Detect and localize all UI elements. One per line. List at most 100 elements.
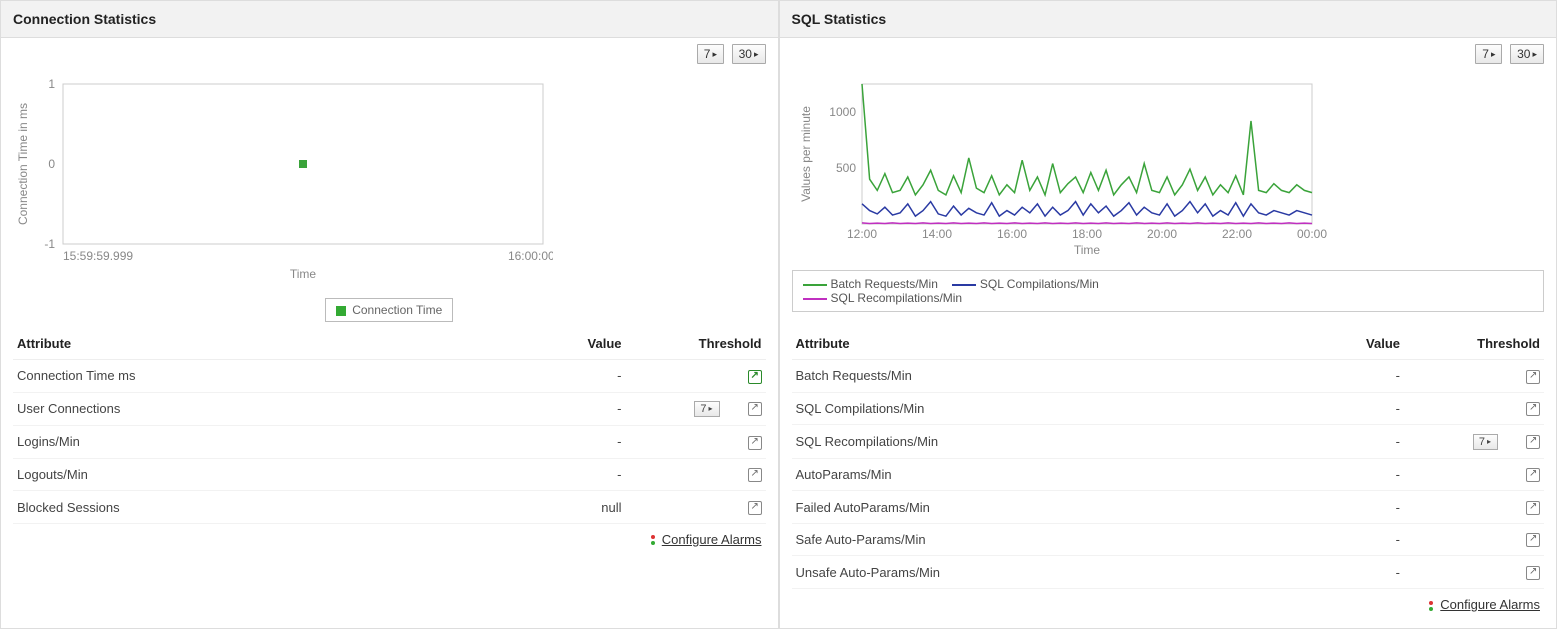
- threshold-icon[interactable]: [1526, 468, 1540, 482]
- table-row: SQL Recompilations/Min- 7: [792, 425, 1545, 459]
- table-row: Blocked Sessionsnull: [13, 491, 766, 524]
- svg-text:Time: Time: [290, 267, 317, 281]
- threshold-cell: 7: [626, 392, 766, 426]
- value-cell: -: [1284, 425, 1404, 459]
- table-row: AutoParams/Min-: [792, 458, 1545, 491]
- threshold-icon[interactable]: [1526, 435, 1540, 449]
- attr-cell: Unsafe Auto-Params/Min: [792, 556, 1285, 589]
- alarm-status-icon: [1426, 601, 1436, 611]
- table-row: Failed AutoParams/Min-: [792, 491, 1545, 524]
- col-threshold: Threshold: [626, 328, 766, 360]
- threshold-icon[interactable]: [748, 402, 762, 416]
- chart-legend-left: Connection Time: [325, 298, 453, 322]
- value-cell: null: [506, 491, 626, 524]
- value-cell: -: [1284, 523, 1404, 556]
- threshold-cell: [626, 426, 766, 459]
- table-row: Unsafe Auto-Params/Min-: [792, 556, 1545, 589]
- threshold-icon[interactable]: [1526, 402, 1540, 416]
- attr-cell: Failed AutoParams/Min: [792, 491, 1285, 524]
- threshold-icon[interactable]: [1526, 566, 1540, 580]
- svg-text:Time: Time: [1073, 243, 1100, 257]
- threshold-icon[interactable]: [1526, 370, 1540, 384]
- range-30-button[interactable]: 30: [1510, 44, 1544, 64]
- value-cell: -: [506, 426, 626, 459]
- attr-cell: Safe Auto-Params/Min: [792, 523, 1285, 556]
- value-cell: -: [506, 392, 626, 426]
- legend-item: Batch Requests/Min: [803, 277, 938, 291]
- table-row: Connection Time ms-: [13, 360, 766, 393]
- sql-stats-chart: 500100012:0014:0016:0018:0020:0022:0000:…: [792, 74, 1545, 324]
- threshold-cell: 7: [1404, 425, 1544, 459]
- value-cell: -: [506, 360, 626, 393]
- threshold-cell: [1404, 458, 1544, 491]
- svg-text:00:00: 00:00: [1296, 227, 1326, 241]
- value-cell: -: [1284, 392, 1404, 425]
- threshold-icon[interactable]: [748, 436, 762, 450]
- svg-text:-1: -1: [44, 237, 55, 251]
- history-7-button[interactable]: 7: [1473, 434, 1498, 450]
- svg-text:1: 1: [48, 77, 55, 91]
- alarm-status-icon: [648, 535, 658, 545]
- legend-line-icon: [952, 284, 976, 286]
- value-cell: -: [506, 458, 626, 491]
- range-7-button[interactable]: 7: [1475, 44, 1502, 64]
- panel-title-left: Connection Statistics: [1, 1, 778, 38]
- value-cell: -: [1284, 458, 1404, 491]
- col-threshold: Threshold: [1404, 328, 1544, 360]
- table-row: Safe Auto-Params/Min-: [792, 523, 1545, 556]
- legend-label: Connection Time: [352, 303, 442, 317]
- svg-text:16:00: 16:00: [996, 227, 1026, 241]
- threshold-cell: [1404, 556, 1544, 589]
- svg-text:22:00: 22:00: [1221, 227, 1251, 241]
- sql-stats-table: Attribute Value Threshold Batch Requests…: [792, 328, 1545, 589]
- svg-text:Values per minute: Values per minute: [799, 106, 813, 202]
- attr-cell: Batch Requests/Min: [792, 360, 1285, 393]
- table-row: SQL Compilations/Min-: [792, 392, 1545, 425]
- range-7-button[interactable]: 7: [697, 44, 724, 64]
- table-row: Logins/Min-: [13, 426, 766, 459]
- col-attribute: Attribute: [792, 328, 1285, 360]
- threshold-icon[interactable]: [748, 501, 762, 515]
- table-row: Logouts/Min-: [13, 458, 766, 491]
- svg-text:20:00: 20:00: [1146, 227, 1176, 241]
- table-row: User Connections-7: [13, 392, 766, 426]
- history-7-button[interactable]: 7: [694, 401, 719, 417]
- threshold-cell: [626, 458, 766, 491]
- col-attribute: Attribute: [13, 328, 506, 360]
- chart-legend-right: Batch Requests/Min SQL Compilations/MinSQ…: [792, 270, 1545, 312]
- legend-marker-icon: [336, 306, 346, 316]
- threshold-icon[interactable]: [1526, 533, 1540, 547]
- threshold-cell: [626, 360, 766, 393]
- connection-time-chart: -1 0 1 15:59:59.999 16:00:00.000 Time Connecti…: [13, 74, 766, 324]
- svg-text:0: 0: [48, 157, 55, 171]
- attr-cell: SQL Recompilations/Min: [792, 425, 1285, 459]
- sql-statistics-panel: SQL Statistics 7 30 500100012:0014:0016:…: [779, 0, 1557, 629]
- connection-statistics-panel: Connection Statistics 7 30 -1 0 1 15:59:59.…: [0, 0, 779, 629]
- table-row: Batch Requests/Min-: [792, 360, 1545, 393]
- configure-alarms-link[interactable]: Configure Alarms: [1440, 597, 1540, 612]
- svg-text:18:00: 18:00: [1071, 227, 1101, 241]
- threshold-icon[interactable]: [748, 468, 762, 482]
- legend-item: SQL Recompilations/Min: [803, 291, 963, 305]
- svg-text:Connection Time in ms: Connection Time in ms: [16, 103, 30, 225]
- threshold-cell: [1404, 491, 1544, 524]
- col-value: Value: [506, 328, 626, 360]
- value-cell: -: [1284, 491, 1404, 524]
- threshold-icon[interactable]: [1526, 501, 1540, 515]
- col-value: Value: [1284, 328, 1404, 360]
- threshold-icon[interactable]: [748, 370, 762, 384]
- threshold-cell: [1404, 392, 1544, 425]
- value-cell: -: [1284, 360, 1404, 393]
- connection-stats-table: Attribute Value Threshold Connection Tim…: [13, 328, 766, 524]
- threshold-cell: [626, 491, 766, 524]
- range-30-button[interactable]: 30: [732, 44, 766, 64]
- svg-text:16:00:00.000: 16:00:00.000: [508, 249, 553, 263]
- svg-text:15:59:59.999: 15:59:59.999: [63, 249, 133, 263]
- attr-cell: Blocked Sessions: [13, 491, 506, 524]
- configure-alarms-link[interactable]: Configure Alarms: [662, 532, 762, 547]
- svg-text:1000: 1000: [829, 105, 856, 119]
- attr-cell: Logouts/Min: [13, 458, 506, 491]
- value-cell: -: [1284, 556, 1404, 589]
- svg-text:500: 500: [835, 161, 855, 175]
- legend-item: SQL Compilations/Min: [952, 277, 1099, 291]
